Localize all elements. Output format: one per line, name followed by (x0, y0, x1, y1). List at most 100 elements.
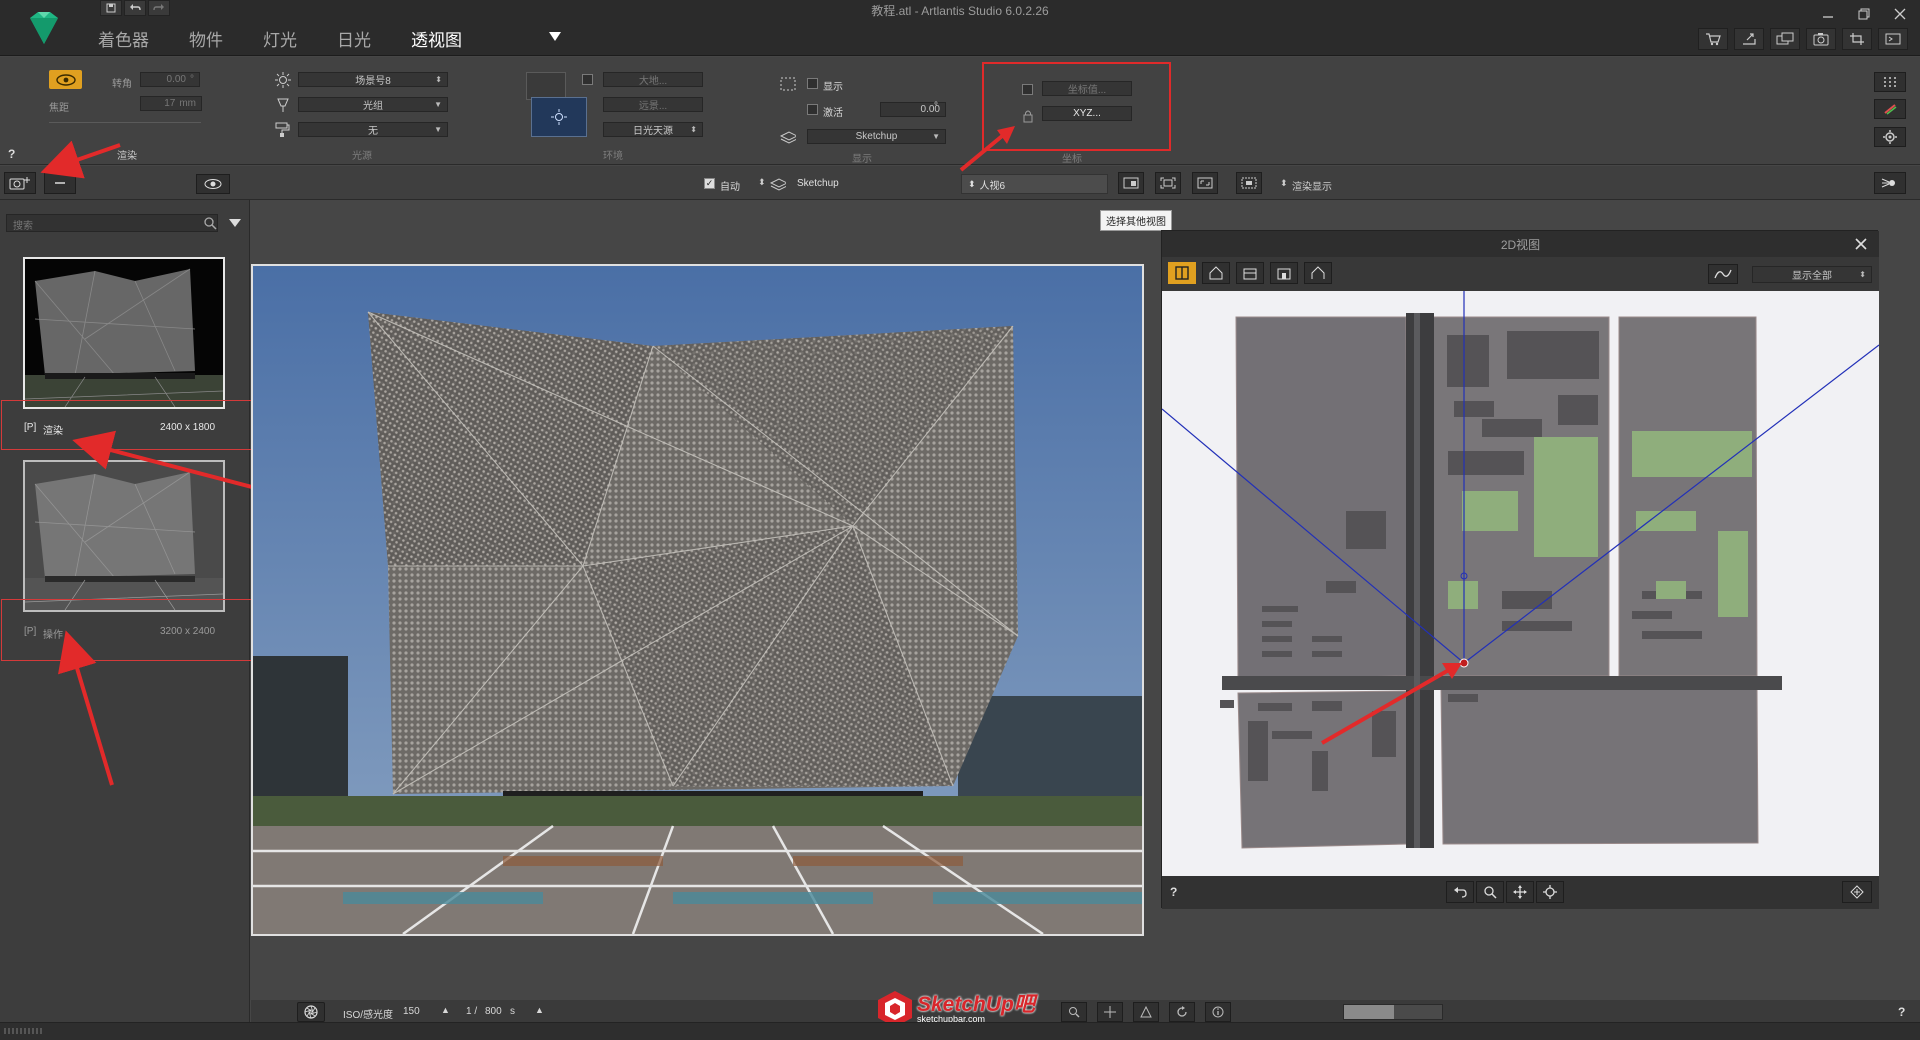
perspective-viewport[interactable] (251, 264, 1144, 936)
material-select[interactable]: 无 ▼ (298, 122, 448, 137)
minimize-icon[interactable] (1818, 4, 1838, 24)
menu-lights[interactable]: 灯光 (263, 26, 297, 51)
crop-icon[interactable] (1842, 28, 1872, 50)
layer-value: Sketchup (855, 131, 898, 142)
right-view-icon[interactable] (1236, 262, 1264, 284)
sky-select[interactable]: 日光天源 ⬍ (603, 122, 703, 137)
zoom-icon[interactable] (1476, 881, 1504, 903)
front-view-icon[interactable] (1202, 262, 1230, 284)
view-select-value: 人视6 (979, 180, 1006, 192)
section-environment-label: 环境 (603, 151, 623, 162)
windows-icon[interactable] (1770, 28, 1800, 50)
lamp-icon (275, 97, 291, 113)
aperture-icon[interactable] (297, 1002, 325, 1022)
top-view-icon[interactable] (1168, 262, 1196, 284)
shutter-prefix: 1 / (466, 1006, 478, 1017)
info-icon[interactable] (1205, 1002, 1231, 1022)
environment-checkbox[interactable] (582, 74, 593, 85)
show-checkbox[interactable] (807, 78, 818, 89)
display-all-value: 显示全部 (1792, 271, 1832, 282)
navigate-icon[interactable] (1842, 881, 1872, 903)
focal-label: 焦距 (49, 103, 69, 114)
background-field[interactable]: 远景... (603, 97, 703, 112)
aspect-ratio-icon[interactable] (1192, 172, 1218, 194)
window-controls (1818, 4, 1910, 24)
color-picker-icon[interactable] (1874, 99, 1906, 119)
top-icon-bar (1698, 28, 1908, 50)
undo-view-icon[interactable] (1446, 881, 1474, 903)
focal-unit: mm (179, 98, 196, 109)
render-preview-image (253, 266, 1142, 934)
camera-eye-button[interactable] (49, 70, 82, 89)
close-icon[interactable] (1851, 234, 1871, 254)
camera-icon[interactable] (1806, 28, 1836, 50)
zoom-slider-thumb[interactable] (1344, 1005, 1394, 1019)
render-display-stepper-icon[interactable]: ⬍ (1280, 178, 1288, 189)
annotation-arrow-coords (959, 126, 1015, 172)
roll-label: 转角 (112, 79, 132, 90)
ground-swatch[interactable] (526, 72, 566, 100)
auto-label: 自动 (720, 182, 740, 193)
auto-checkbox[interactable]: ✓ (704, 178, 715, 189)
shutter-unit: s (510, 1006, 515, 1017)
shutter-value[interactable]: 800 (485, 1006, 502, 1017)
focal-field[interactable]: 17 mm (140, 96, 202, 111)
section-coords-label: 坐标 (1062, 154, 1082, 165)
sky-value: 日光天源 (633, 126, 673, 137)
pan-icon[interactable] (1097, 1002, 1123, 1022)
chevron-down-icon[interactable] (549, 32, 561, 41)
scene-select[interactable]: 场景号8 ⬍ (298, 72, 448, 87)
cart-icon[interactable] (1698, 28, 1728, 50)
view2d-bottom-bar: ? (1162, 876, 1879, 909)
roll-field[interactable]: 0.00 ° (140, 72, 200, 87)
view2d-help-button[interactable]: ? (1170, 885, 1177, 899)
status-help-button[interactable]: ? (1898, 1005, 1905, 1019)
safe-frame-icon[interactable] (1236, 172, 1262, 194)
ground-field[interactable]: 大地... (603, 72, 703, 87)
curve-tool-icon[interactable] (1708, 264, 1738, 284)
iso-stepper-icon[interactable]: ▲ (441, 1005, 450, 1015)
menu-objects[interactable]: 物件 (189, 26, 223, 51)
menu-perspectives[interactable]: 透视图 (411, 26, 462, 51)
top-bar: 教程.atl - Artlantis Studio 6.0.2.26 着色器 物… (0, 0, 1920, 56)
layers-icon (780, 129, 796, 145)
light-group-select[interactable]: 光组 ▼ (298, 97, 448, 112)
pan-icon[interactable] (1506, 881, 1534, 903)
zoom-slider[interactable] (1343, 1004, 1443, 1020)
site-plan-map[interactable] (1162, 291, 1879, 876)
view2d-window: 2D视图 显示全部 ⬍ ? (1161, 230, 1879, 909)
roll-value: 0.00 (166, 74, 186, 85)
marquee-icon (780, 76, 796, 92)
left-view-icon[interactable] (1304, 262, 1332, 284)
main-menu: 着色器 物件 灯光 日光 透视图 (98, 26, 502, 51)
frame-view-icon[interactable] (1118, 172, 1144, 194)
layer-select[interactable]: Sketchup ▼ (807, 129, 946, 144)
view2d-title: 2D视图 (1162, 231, 1879, 257)
window-title: 教程.atl - Artlantis Studio 6.0.2.26 (871, 4, 1049, 18)
activate-checkbox[interactable] (807, 104, 818, 115)
display-all-select[interactable]: 显示全部 ⬍ (1752, 266, 1872, 283)
menu-shaders[interactable]: 着色器 (98, 26, 149, 51)
back-view-icon[interactable] (1270, 262, 1298, 284)
zoom-extents-icon[interactable] (1536, 881, 1564, 903)
section-display-label: 显示 (852, 154, 872, 165)
zoom-icon[interactable] (1061, 1002, 1087, 1022)
grid-dots-icon[interactable] (1874, 72, 1906, 92)
walk-icon[interactable] (1133, 1002, 1159, 1022)
layer-stepper-icon[interactable]: ⬍ (758, 177, 766, 188)
menu-heliodon[interactable]: 日光 (337, 26, 371, 51)
close-icon[interactable] (1890, 4, 1910, 24)
refresh-icon[interactable] (1169, 1002, 1195, 1022)
fit-view-icon[interactable] (1155, 172, 1181, 194)
gear-icon[interactable] (1874, 127, 1906, 147)
resize-grip[interactable] (4, 1028, 44, 1034)
restore-icon[interactable] (1854, 4, 1874, 24)
light-beam-icon[interactable] (1874, 172, 1906, 194)
sky-swatch[interactable] (531, 97, 587, 137)
export-icon[interactable] (1734, 28, 1764, 50)
render-display-label[interactable]: 渲染显示 (1292, 178, 1332, 193)
focal-value: 17 (164, 98, 176, 109)
render-icon[interactable] (1878, 28, 1908, 50)
iso-value[interactable]: 150 (403, 1006, 420, 1017)
shutter-stepper-icon[interactable]: ▲ (535, 1005, 544, 1015)
